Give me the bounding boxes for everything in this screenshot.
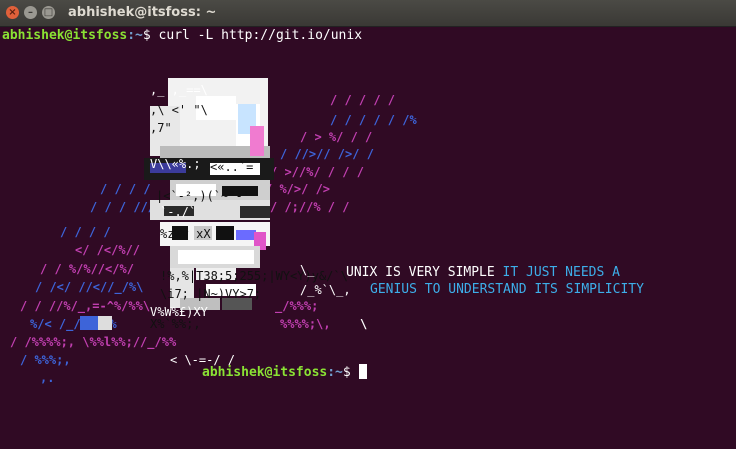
svg-text:\i7; |N~)VY>7;: \i7; |N~)VY>7;	[160, 287, 261, 301]
svg-text:%zWv xX: %zWv xX	[160, 227, 211, 241]
svg-text:,\ <' "\: ,\ <' "\	[150, 103, 208, 117]
svg-text:/ / //%/_,=-^%/%%\: / / //%/_,=-^%/%%\	[20, 299, 150, 314]
svg-text:,_ ,_==\: ,_ ,_==\	[150, 83, 208, 97]
svg-text:|<`-²,)(`~"-': |<`-²,)(`~"-'	[156, 189, 250, 203]
svg-text:<«..`=: <«..`=	[210, 160, 253, 174]
svg-text:/ / / / /: / / / / /	[330, 93, 395, 107]
svg-text:/ /;//% / /: / /;//% / /	[270, 200, 349, 214]
prompt-line: abhishek@itsfoss:~$	[202, 364, 367, 380]
svg-text:/ > %/ / /: / > %/ / /	[300, 130, 372, 144]
svg-text:/_%`\_,: /_%`\_,	[300, 283, 351, 297]
svg-text:_/%%%;: _/%%%;	[275, 299, 318, 314]
svg-text:%%%%;\,: %%%%;\,	[280, 317, 331, 331]
ascii-art-graphic: / / / / / / / / / / /% / > %/ / / / //>/…	[10, 78, 417, 385]
prompt2-symbol: $	[342, 365, 359, 380]
svg-text:/ /</ //<//_/%\: / /</ //<//_/%\	[35, 280, 143, 295]
svg-text:\: \	[360, 317, 367, 331]
message-line-1: UNIX IS VERY SIMPLE IT JUST NEEDS A	[346, 265, 620, 280]
svg-text:/ %%%;,: / %%%;,	[20, 353, 71, 367]
svg-text:/ //>// />/ /: / //>// />/ /	[280, 147, 374, 161]
svg-text:!%,%|T38;5;255;|WY<Y)y&/`\: !%,%|T38;5;255;|WY<Y)y&/`\	[160, 269, 348, 283]
svg-text:/ /%%%%;, \%%l%%;//_/%%: / /%%%%;, \%%l%%;//_/%%	[10, 335, 177, 350]
svg-text:/ / / /: / / / /	[100, 182, 151, 196]
ascii-art-skull: / / / / / / / / / / /% / > %/ / / / //>/…	[0, 26, 736, 449]
close-button[interactable]: ×	[6, 6, 19, 19]
title-bar: × – □ abhishek@itsfoss: ~	[0, 0, 736, 27]
message-line-2: GENIUS TO UNDERSTAND ITS SIMPLICITY	[370, 282, 644, 297]
svg-text:V\\«%.;: V\\«%.;	[150, 157, 201, 171]
svg-text:/ / / / / /%: / / / / / /%	[330, 113, 417, 127]
window-title: abhishek@itsfoss: ~	[68, 5, 217, 20]
svg-text:/ / / ///: / / / ///	[90, 200, 155, 214]
svg-text:,7": ,7"	[150, 121, 172, 135]
svg-text:`-./`: `-./`	[160, 205, 196, 219]
text-cursor	[358, 364, 367, 379]
terminal-window: × – □ abhishek@itsfoss: ~ abhishek@itsfo…	[0, 0, 736, 449]
svg-text:/ >//%/ / / /: / >//%/ / / /	[270, 165, 364, 179]
svg-text:/ / / /: / / / /	[60, 225, 111, 239]
svg-text:\_: \_	[300, 263, 315, 277]
svg-text:</ /</%//: </ /</%//	[75, 243, 140, 257]
svg-text:X%`%%;,: X%`%%;,	[150, 317, 201, 331]
prompt2-user: abhishek@itsfoss	[202, 365, 328, 380]
terminal-content[interactable]: abhishek@itsfoss:~$ curl -L http://git.i…	[0, 26, 736, 449]
maximize-button[interactable]: □	[42, 6, 55, 19]
prompt2-path: :~	[327, 365, 343, 380]
svg-text:,.: ,.	[40, 371, 54, 385]
svg-text:/ / %/%//</%/: / / %/%//</%/	[40, 262, 134, 276]
svg-text:/ %/>/ />: / %/>/ />	[265, 182, 330, 196]
minimize-button[interactable]: –	[24, 6, 37, 19]
